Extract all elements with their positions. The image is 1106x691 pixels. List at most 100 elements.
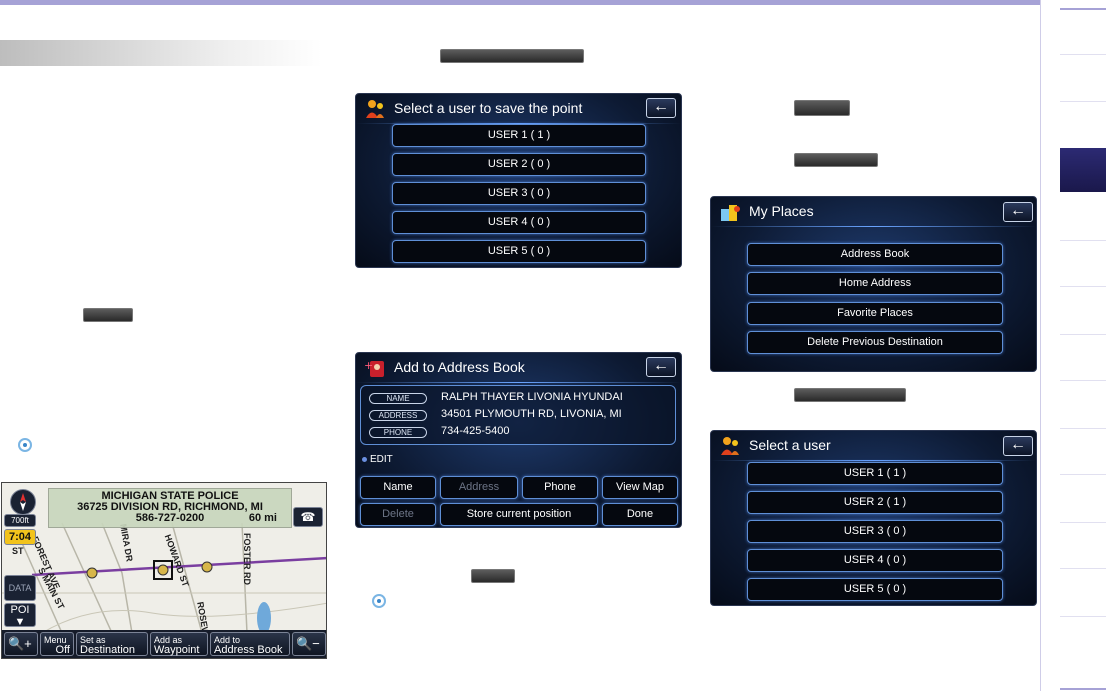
side-tab-divider — [1060, 522, 1106, 523]
poi-info-box[interactable]: MICHIGAN STATE POLICE 36725 DIVISION RD,… — [48, 488, 292, 528]
user-icon — [366, 100, 384, 118]
screen-title: Select a user to save the point — [394, 100, 583, 116]
poi-phone: 586-727-0200 — [135, 512, 205, 524]
road-label: ST — [12, 546, 24, 556]
map-scale[interactable]: 700ft — [4, 514, 36, 527]
back-button[interactable]: ← — [646, 98, 676, 118]
save-point-screen: Select a user to save the point ← USER 1… — [355, 93, 682, 268]
done-button[interactable]: Done — [602, 503, 678, 526]
inline-button-graphic — [794, 153, 878, 167]
screen-title: My Places — [749, 203, 814, 219]
side-tab-divider — [1060, 240, 1106, 241]
view-map-button[interactable]: View Map — [602, 476, 678, 499]
poi-button[interactable]: POI ▼ — [4, 603, 36, 628]
screen-title: Add to Address Book — [394, 359, 525, 375]
delete-button[interactable]: Delete — [360, 503, 436, 526]
side-tab-rule-bottom — [1060, 688, 1106, 690]
side-tab-divider — [1060, 101, 1106, 102]
select-user-screen: Select a user ← USER 1 ( 1 ) USER 2 ( 1 … — [710, 430, 1037, 606]
inline-button-graphic — [794, 100, 850, 116]
my-places-icon — [721, 205, 740, 221]
inline-button-graphic — [471, 569, 515, 583]
button-label: Address Book — [214, 644, 283, 656]
favorite-places-item[interactable]: Favorite Places — [747, 302, 1003, 325]
inline-button-graphic — [440, 49, 584, 63]
set-as-destination-button[interactable]: Set as Destination — [76, 632, 148, 656]
home-address-item[interactable]: Home Address — [747, 272, 1003, 295]
name-label: NAME — [369, 393, 427, 404]
phone-icon[interactable]: ☎ — [293, 507, 323, 527]
add-to-address-book-button[interactable]: Add to Address Book — [210, 632, 290, 656]
user-button[interactable]: USER 5 ( 0 ) — [747, 578, 1003, 601]
name-value: RALPH THAYER LIVONIA HYUNDAI — [441, 391, 623, 403]
edit-bullet-icon — [362, 457, 367, 462]
edit-label: EDIT — [370, 454, 393, 465]
phone-label: PHONE — [369, 427, 427, 438]
button-label: Destination — [80, 644, 136, 656]
zoom-in-button[interactable]: 🔍+ — [4, 632, 38, 656]
user-button[interactable]: USER 5 ( 0 ) — [392, 240, 646, 263]
page-margin-line — [1040, 0, 1041, 691]
note-icon — [18, 438, 32, 452]
button-label: Off — [55, 644, 70, 656]
name-button[interactable]: Name — [360, 476, 436, 499]
address-label: ADDRESS — [369, 410, 427, 421]
navigation-map-screen: FOREST AVE S MAIN ST HOWARD ST FOSTER RD… — [1, 482, 327, 659]
title-separator — [711, 226, 1036, 227]
side-tab-divider — [1060, 428, 1106, 429]
phone-button[interactable]: Phone — [522, 476, 598, 499]
side-tab-divider — [1060, 286, 1106, 287]
user-button[interactable]: USER 2 ( 0 ) — [392, 153, 646, 176]
inline-button-graphic — [794, 388, 906, 402]
user-button[interactable]: USER 3 ( 0 ) — [747, 520, 1003, 543]
side-tab-divider — [1060, 334, 1106, 335]
menu-off-button[interactable]: Menu Off — [40, 632, 74, 656]
user-button[interactable]: USER 2 ( 1 ) — [747, 491, 1003, 514]
address-value: 34501 PLYMOUTH RD, LIVONIA, MI — [441, 408, 622, 420]
screen-title: Select a user — [749, 437, 831, 453]
user-icon — [721, 437, 739, 455]
address-button[interactable]: Address — [440, 476, 518, 499]
my-places-screen: My Places ← Address Book Home Address Fa… — [710, 196, 1037, 372]
inline-button-graphic — [83, 308, 133, 322]
note-icon — [372, 594, 386, 608]
user-button[interactable]: USER 3 ( 0 ) — [392, 182, 646, 205]
zoom-out-button[interactable]: 🔍− — [292, 632, 326, 656]
user-button[interactable]: USER 1 ( 1 ) — [747, 462, 1003, 485]
address-book-item[interactable]: Address Book — [747, 243, 1003, 266]
clock-display: 7:04 — [4, 529, 36, 545]
road-label: FOSTER RD — [242, 533, 252, 586]
button-label: Waypoint — [154, 644, 200, 656]
back-button[interactable]: ← — [646, 357, 676, 377]
poi-button-label: POI — [10, 604, 30, 616]
data-button[interactable]: DATA — [4, 575, 36, 601]
user-button[interactable]: USER 4 ( 0 ) — [392, 211, 646, 234]
back-button[interactable]: ← — [1003, 436, 1033, 456]
title-separator — [711, 460, 1036, 461]
side-tab-divider — [1060, 474, 1106, 475]
user-button[interactable]: USER 4 ( 0 ) — [747, 549, 1003, 572]
delete-previous-destination-item[interactable]: Delete Previous Destination — [747, 331, 1003, 354]
user-button[interactable]: USER 1 ( 1 ) — [392, 124, 646, 147]
side-chapter-tab[interactable] — [1060, 148, 1106, 192]
section-heading-bar — [0, 40, 322, 66]
phone-value: 734-425-5400 — [441, 425, 510, 437]
side-tab-divider — [1060, 54, 1106, 55]
chevron-down-icon: ▼ — [14, 616, 26, 628]
side-tab-divider — [1060, 616, 1106, 617]
add-as-waypoint-button[interactable]: Add as Waypoint — [150, 632, 208, 656]
compass-icon[interactable] — [10, 489, 36, 515]
svg-text:+: + — [364, 359, 373, 372]
back-button[interactable]: ← — [1003, 202, 1033, 222]
side-tab-divider — [1060, 568, 1106, 569]
poi-distance: 60 mi — [248, 512, 277, 524]
address-details-card: NAME RALPH THAYER LIVONIA HYUNDAI ADDRES… — [360, 385, 676, 445]
address-book-icon: + — [364, 359, 384, 377]
top-accent-bar — [0, 0, 1040, 5]
side-tab-rule-top — [1060, 8, 1106, 10]
store-position-button[interactable]: Store current position — [440, 503, 598, 526]
title-separator — [356, 382, 681, 383]
map-bottom-toolbar: 🔍+ Menu Off Set as Destination Add as Wa… — [2, 630, 326, 658]
address-book-screen: + Add to Address Book ← NAME RALPH THAYE… — [355, 352, 682, 528]
side-tab-divider — [1060, 380, 1106, 381]
